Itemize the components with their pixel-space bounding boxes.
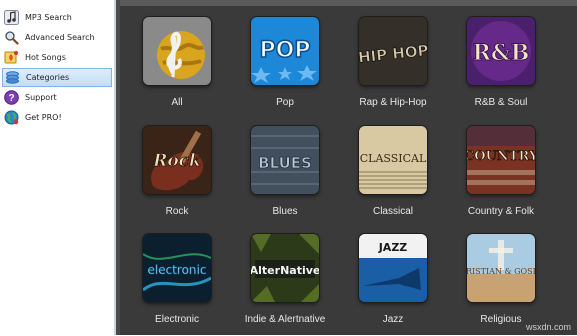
svg-text:electronic: electronic bbox=[148, 263, 207, 277]
svg-text:POP: POP bbox=[260, 38, 311, 63]
sidebar-item-label: Get PRO! bbox=[25, 113, 62, 122]
categories-panel: All POP Pop HIP HOP Rap & Hip-Hop R&B R&… bbox=[116, 0, 577, 335]
sidebar-item-label: Advanced Search bbox=[25, 33, 95, 42]
jazz-trumpet-art-icon: JAZZ bbox=[359, 234, 427, 302]
category-tile-rnb-soul[interactable]: R&B R&B & Soul bbox=[446, 17, 556, 119]
music-note-icon bbox=[4, 10, 19, 25]
hot-songs-icon bbox=[4, 50, 19, 65]
indie-art-icon: AlterNative bbox=[251, 234, 319, 302]
category-label: Rock bbox=[165, 206, 189, 217]
svg-text:?: ? bbox=[8, 93, 14, 104]
svg-text:Rock: Rock bbox=[152, 151, 201, 171]
category-label: Blues bbox=[272, 206, 298, 217]
sidebar-item-label: Categories bbox=[26, 73, 70, 82]
panel-left-border bbox=[116, 0, 120, 335]
svg-text:AlterNative: AlterNative bbox=[251, 264, 319, 277]
panel-top-border bbox=[116, 0, 577, 6]
category-tile-rock[interactable]: Rock Rock bbox=[122, 126, 232, 228]
magnifier-icon bbox=[4, 30, 19, 45]
category-label: Classical bbox=[372, 206, 413, 217]
category-tile-indie-alternative[interactable]: AlterNative Indie & Alertnative bbox=[230, 234, 340, 336]
sidebar-item-get-pro[interactable]: Get PRO! bbox=[2, 108, 112, 127]
hip-hop-art-icon: HIP HOP bbox=[359, 17, 427, 85]
app-window: MP3 Search Advanced Search Hot Songs Cat… bbox=[0, 0, 577, 335]
category-tile-all[interactable]: All bbox=[122, 17, 232, 119]
sidebar-item-label: MP3 Search bbox=[25, 13, 72, 22]
sidebar-item-support[interactable]: ? Support bbox=[2, 88, 112, 107]
category-label: Country & Folk bbox=[467, 206, 535, 217]
category-tile-blues[interactable]: BLUES Blues bbox=[230, 126, 340, 228]
globe-treble-clef-icon bbox=[143, 17, 211, 85]
sidebar-item-advanced-search[interactable]: Advanced Search bbox=[2, 28, 112, 47]
electronic-art-icon: electronic bbox=[143, 234, 211, 302]
watermark: wsxdn.com bbox=[525, 322, 571, 332]
category-tile-jazz[interactable]: JAZZ Jazz bbox=[338, 234, 448, 336]
svg-text:CHRISTIAN & GOSPEL: CHRISTIAN & GOSPEL bbox=[467, 267, 535, 276]
categories-icon bbox=[5, 70, 20, 85]
svg-text:R&B: R&B bbox=[473, 40, 530, 66]
category-label: Jazz bbox=[382, 314, 404, 325]
sidebar-item-label: Support bbox=[25, 93, 57, 102]
classical-art-icon: CLASSICAL bbox=[359, 126, 427, 194]
rock-guitar-art-icon: Rock bbox=[143, 126, 211, 194]
sidebar-item-categories[interactable]: Categories bbox=[2, 68, 112, 87]
svg-text:JAZZ: JAZZ bbox=[378, 241, 408, 254]
category-label: Electronic bbox=[155, 314, 199, 325]
svg-text:COUNTRY: COUNTRY bbox=[467, 149, 535, 164]
category-tile-religious[interactable]: CHRISTIAN & GOSPEL Religious bbox=[446, 234, 556, 336]
category-tile-electronic[interactable]: electronic Electronic bbox=[122, 234, 232, 336]
sidebar-item-label: Hot Songs bbox=[25, 53, 66, 62]
category-label: Pop bbox=[276, 97, 294, 108]
blues-art-icon: BLUES bbox=[251, 126, 319, 194]
help-icon: ? bbox=[4, 90, 19, 105]
category-tile-pop[interactable]: POP Pop bbox=[230, 17, 340, 119]
category-tile-rap-hip-hop[interactable]: HIP HOP Rap & Hip-Hop bbox=[338, 17, 448, 119]
category-label: All bbox=[171, 97, 183, 108]
sidebar: MP3 Search Advanced Search Hot Songs Cat… bbox=[0, 0, 116, 335]
sidebar-item-mp3-search[interactable]: MP3 Search bbox=[2, 8, 112, 27]
category-tile-country-folk[interactable]: COUNTRY Country & Folk bbox=[446, 126, 556, 228]
svg-text:CLASSICAL: CLASSICAL bbox=[360, 152, 427, 165]
religious-art-icon: CHRISTIAN & GOSPEL bbox=[467, 234, 535, 302]
category-label: Rap & Hip-Hop bbox=[359, 97, 427, 108]
svg-text:BLUES: BLUES bbox=[258, 154, 312, 172]
sidebar-item-hot-songs[interactable]: Hot Songs bbox=[2, 48, 112, 67]
category-label: Indie & Alertnative bbox=[244, 314, 326, 325]
category-label: R&B & Soul bbox=[474, 97, 528, 108]
country-art-icon: COUNTRY bbox=[467, 126, 535, 194]
category-tile-classical[interactable]: CLASSICAL Classical bbox=[338, 126, 448, 228]
globe-icon bbox=[4, 110, 19, 125]
pop-art-icon: POP bbox=[251, 17, 319, 85]
rnb-art-icon: R&B bbox=[467, 17, 535, 85]
